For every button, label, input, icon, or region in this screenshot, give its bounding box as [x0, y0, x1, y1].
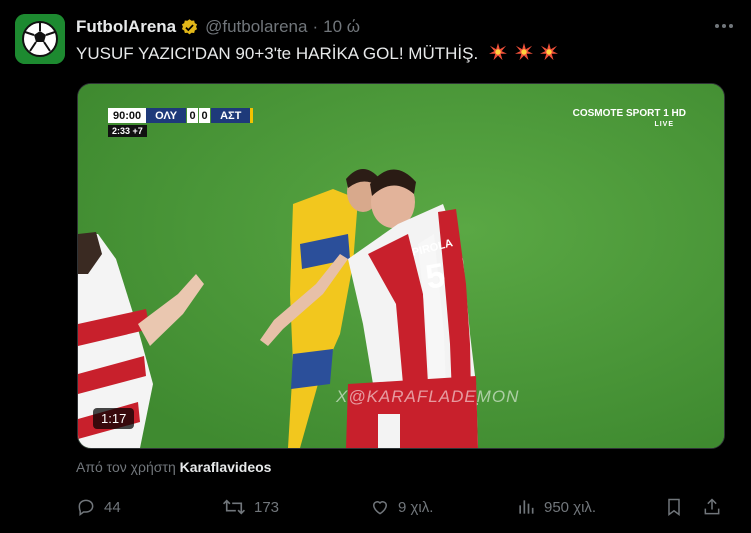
tweet-header: FutbolArena @futbolarena · 10 ώ — [76, 16, 731, 38]
video-player[interactable]: PIROLA 5 90:00 ΟΛΥ 0 0 ΑΣΤ 2:33 +7 COSMO… — [77, 83, 725, 449]
heart-icon — [372, 501, 388, 515]
views-button[interactable]: 950 χιλ. — [516, 494, 596, 520]
collision-emoji-icon — [488, 43, 507, 66]
reply-count: 44 — [104, 498, 121, 516]
repost-button[interactable]: 173 — [222, 494, 279, 520]
collision-emoji-icon — [540, 43, 559, 66]
reply-button[interactable]: 44 — [76, 494, 121, 520]
collision-emoji-icon — [514, 43, 533, 66]
away-score: 0 — [199, 108, 211, 123]
soccer-ball-logo — [15, 14, 65, 64]
video-duration: 1:17 — [93, 408, 135, 429]
share-icon[interactable] — [702, 494, 722, 520]
source-user-link[interactable]: Karaflavideos — [180, 459, 272, 475]
author-handle[interactable]: @futbolarena — [205, 17, 307, 37]
more-options-icon[interactable] — [711, 16, 737, 36]
separator-dot: · — [312, 17, 319, 36]
added-time: 2:33 +7 — [108, 125, 147, 137]
source-prefix: Από τον χρήστη — [76, 459, 176, 475]
tweet-text: YUSUF YAZICI'DAN 90+3'te HARİKA GOL! MÜT… — [76, 43, 559, 66]
analytics-icon — [519, 500, 534, 514]
away-team: ΑΣΤ — [211, 108, 254, 123]
views-count: 950 χιλ. — [544, 498, 597, 516]
scorebug: 90:00 ΟΛΥ 0 0 ΑΣΤ — [108, 108, 254, 123]
broadcaster-live: LIVE — [654, 121, 674, 128]
repost-count: 173 — [254, 498, 280, 516]
tweet-time[interactable]: 10 ώ — [323, 17, 360, 37]
home-score: 0 — [187, 108, 199, 123]
bookmark-icon[interactable] — [664, 494, 684, 520]
video-source: Από τον χρήστη Karaflavideos — [76, 459, 271, 475]
avatar[interactable] — [15, 14, 65, 64]
home-team: ΟΛΥ — [146, 108, 187, 123]
author-name[interactable]: FutbolArena — [76, 17, 176, 37]
repost-icon — [222, 499, 246, 515]
like-button[interactable]: 9 χιλ. — [370, 494, 433, 520]
broadcaster-name: COSMOTE SPORT 1 HD — [572, 108, 686, 119]
tweet-text-content: YUSUF YAZICI'DAN 90+3'te HARİKA GOL! MÜT… — [76, 43, 479, 63]
reply-icon — [78, 499, 94, 516]
tweet-actions: 44 173 9 χιλ. 950 χιλ. — [76, 494, 726, 520]
broadcaster-logo: COSMOTE SPORT 1 HD LIVE — [573, 108, 686, 130]
match-clock: 90:00 — [108, 108, 147, 123]
video-watermark: X@KARAFLADEMON — [336, 387, 520, 406]
like-count: 9 χιλ. — [398, 498, 434, 516]
verified-badge-icon[interactable] — [180, 18, 199, 37]
